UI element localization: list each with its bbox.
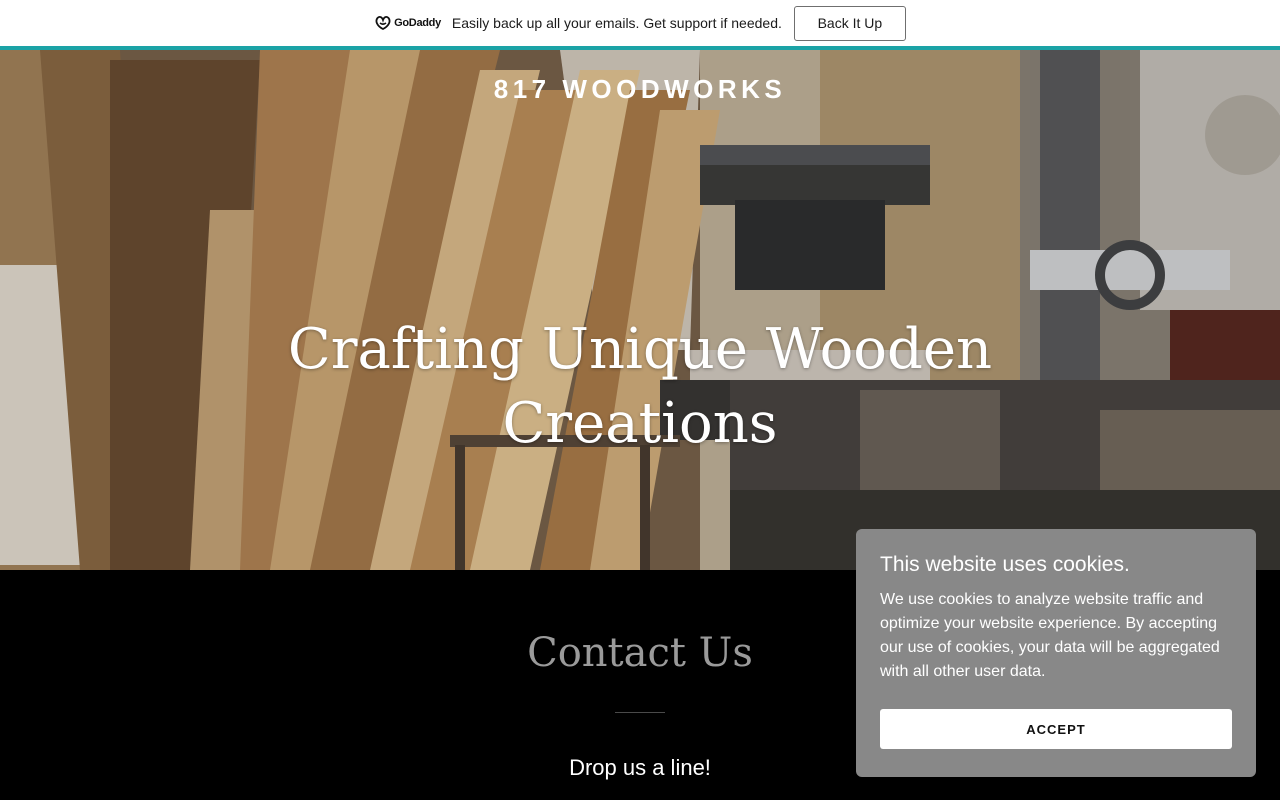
- hero-section: 817 WOODWORKS Crafting Unique Wooden Cre…: [0, 50, 1280, 570]
- godaddy-icon: [375, 15, 391, 31]
- site-brand[interactable]: 817 WOODWORKS: [0, 74, 1280, 105]
- promo-content: GoDaddy Easily back up all your emails. …: [374, 5, 906, 41]
- promo-banner: GoDaddy Easily back up all your emails. …: [0, 0, 1280, 46]
- godaddy-logo-text: GoDaddy: [394, 17, 441, 29]
- cookie-body: We use cookies to analyze website traffi…: [880, 591, 1220, 680]
- accept-cookies-button[interactable]: ACCEPT: [880, 709, 1232, 749]
- cookie-title: This website uses cookies.: [880, 553, 1130, 576]
- back-it-up-button[interactable]: Back It Up: [793, 5, 906, 41]
- godaddy-logo[interactable]: GoDaddy: [374, 15, 441, 31]
- promo-message: Easily back up all your emails. Get supp…: [451, 15, 782, 31]
- cookie-banner: This website uses cookies. We use cookie…: [856, 529, 1256, 777]
- contact-divider: [615, 712, 665, 713]
- hero-headline: Crafting Unique Wooden Creations: [287, 316, 993, 456]
- hero-overlay: [0, 50, 1280, 570]
